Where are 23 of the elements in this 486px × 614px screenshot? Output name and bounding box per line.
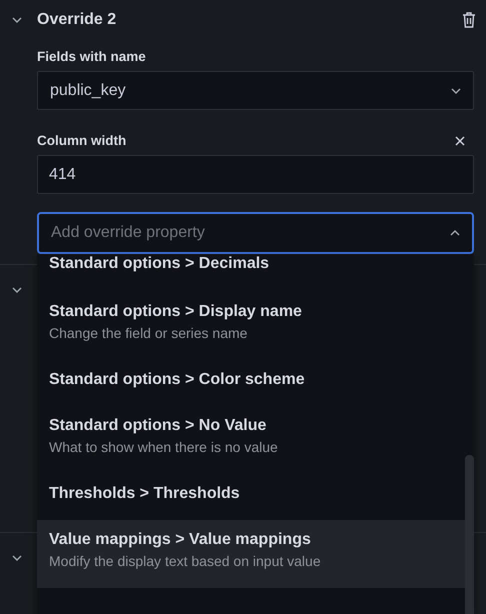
- close-icon[interactable]: [455, 136, 465, 146]
- property-label: Column width: [37, 133, 126, 148]
- chevron-icon[interactable]: [450, 230, 460, 236]
- chevron-icon[interactable]: [451, 88, 461, 94]
- menu-option[interactable]: Standard options > Decimals: [37, 254, 465, 292]
- option-description: What to show when there is no value: [49, 438, 279, 456]
- menu-option[interactable]: Standard options > No Value What to show when there is no value: [37, 406, 465, 474]
- input-field[interactable]: 414: [37, 155, 474, 194]
- option-description: Change the field or series name: [49, 324, 248, 342]
- property-select[interactable]: Add override property: [37, 212, 474, 254]
- chevron-icon[interactable]: [12, 287, 22, 293]
- menu-option[interactable]: Standard options > Display name Change the field or series name: [37, 292, 465, 360]
- chevron-icon[interactable]: [12, 555, 22, 561]
- menu-option[interactable]: Thresholds > Thresholds: [37, 474, 465, 520]
- chevron-icon[interactable]: [12, 17, 22, 23]
- trash-icon[interactable]: [462, 12, 476, 28]
- menu-option[interactable]: Standard options > Color scheme: [37, 360, 465, 406]
- field-select[interactable]: public_key: [37, 71, 474, 110]
- field-label: Fields with name: [37, 49, 146, 64]
- menu-option[interactable]: Value mappings > Value mappings Modify the display text based on input value: [37, 520, 465, 588]
- override-title: Override 2: [37, 11, 118, 29]
- scrollbar[interactable]: [465, 455, 474, 614]
- option-description: Modify the display text based on input value: [49, 552, 322, 570]
